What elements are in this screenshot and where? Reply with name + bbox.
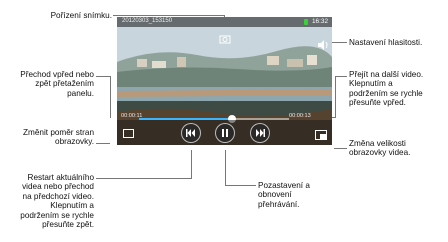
resize-icon[interactable] xyxy=(315,127,327,140)
battery-icon xyxy=(304,19,308,25)
leader-pause-v xyxy=(225,150,226,186)
leader-pause-h xyxy=(225,185,256,186)
pause-icon xyxy=(222,129,228,137)
status-clock: 16:32 xyxy=(312,18,328,25)
pause-button[interactable] xyxy=(215,123,235,143)
video-title: 20120303_153150 xyxy=(122,18,173,24)
video-player-screen[interactable]: 20120303_153150 16:32 00:00:11 00:00:13 xyxy=(117,17,332,145)
next-button-main[interactable] xyxy=(250,123,270,143)
previous-button[interactable] xyxy=(181,123,201,143)
ratio-icon[interactable] xyxy=(123,129,134,138)
next-icon xyxy=(256,129,265,137)
caption-ratio: Změnit poměr stran obrazovky. xyxy=(23,128,94,147)
previous-icon xyxy=(186,129,195,137)
time-elapsed: 00:00:11 xyxy=(121,113,143,119)
caption-scrub: Přechod vpřed nebo zpět přetažením panel… xyxy=(20,70,94,98)
volume-icon[interactable] xyxy=(317,37,329,50)
capture-icon[interactable] xyxy=(219,31,231,44)
caption-restart: Restart aktuálního videa nebo přechod na… xyxy=(20,173,94,230)
caption-volume: Nastavení hlasitosti. xyxy=(349,38,423,47)
leader-scrub-v xyxy=(110,76,111,118)
leader-next-v xyxy=(335,76,336,117)
caption-pause: Pozastavení a obnovení přehrávání. xyxy=(258,181,310,209)
status-bar: 20120303_153150 16:32 xyxy=(117,17,332,27)
leader-scrub-h xyxy=(96,76,110,77)
caption-capture: Pořízení snímku. xyxy=(50,11,112,20)
leader-restart-v xyxy=(191,150,192,179)
leader-capture xyxy=(113,15,225,16)
leader-next-h xyxy=(335,76,347,77)
leader-size xyxy=(334,148,347,149)
leader-ratio xyxy=(96,143,110,144)
caption-next: Přejít na další video. Klepnutím a podrž… xyxy=(349,70,424,108)
caption-size: Změna velikosti obrazovky videa. xyxy=(349,139,411,158)
time-total: 00:00:13 xyxy=(289,113,311,119)
leader-restart-h xyxy=(96,178,192,179)
